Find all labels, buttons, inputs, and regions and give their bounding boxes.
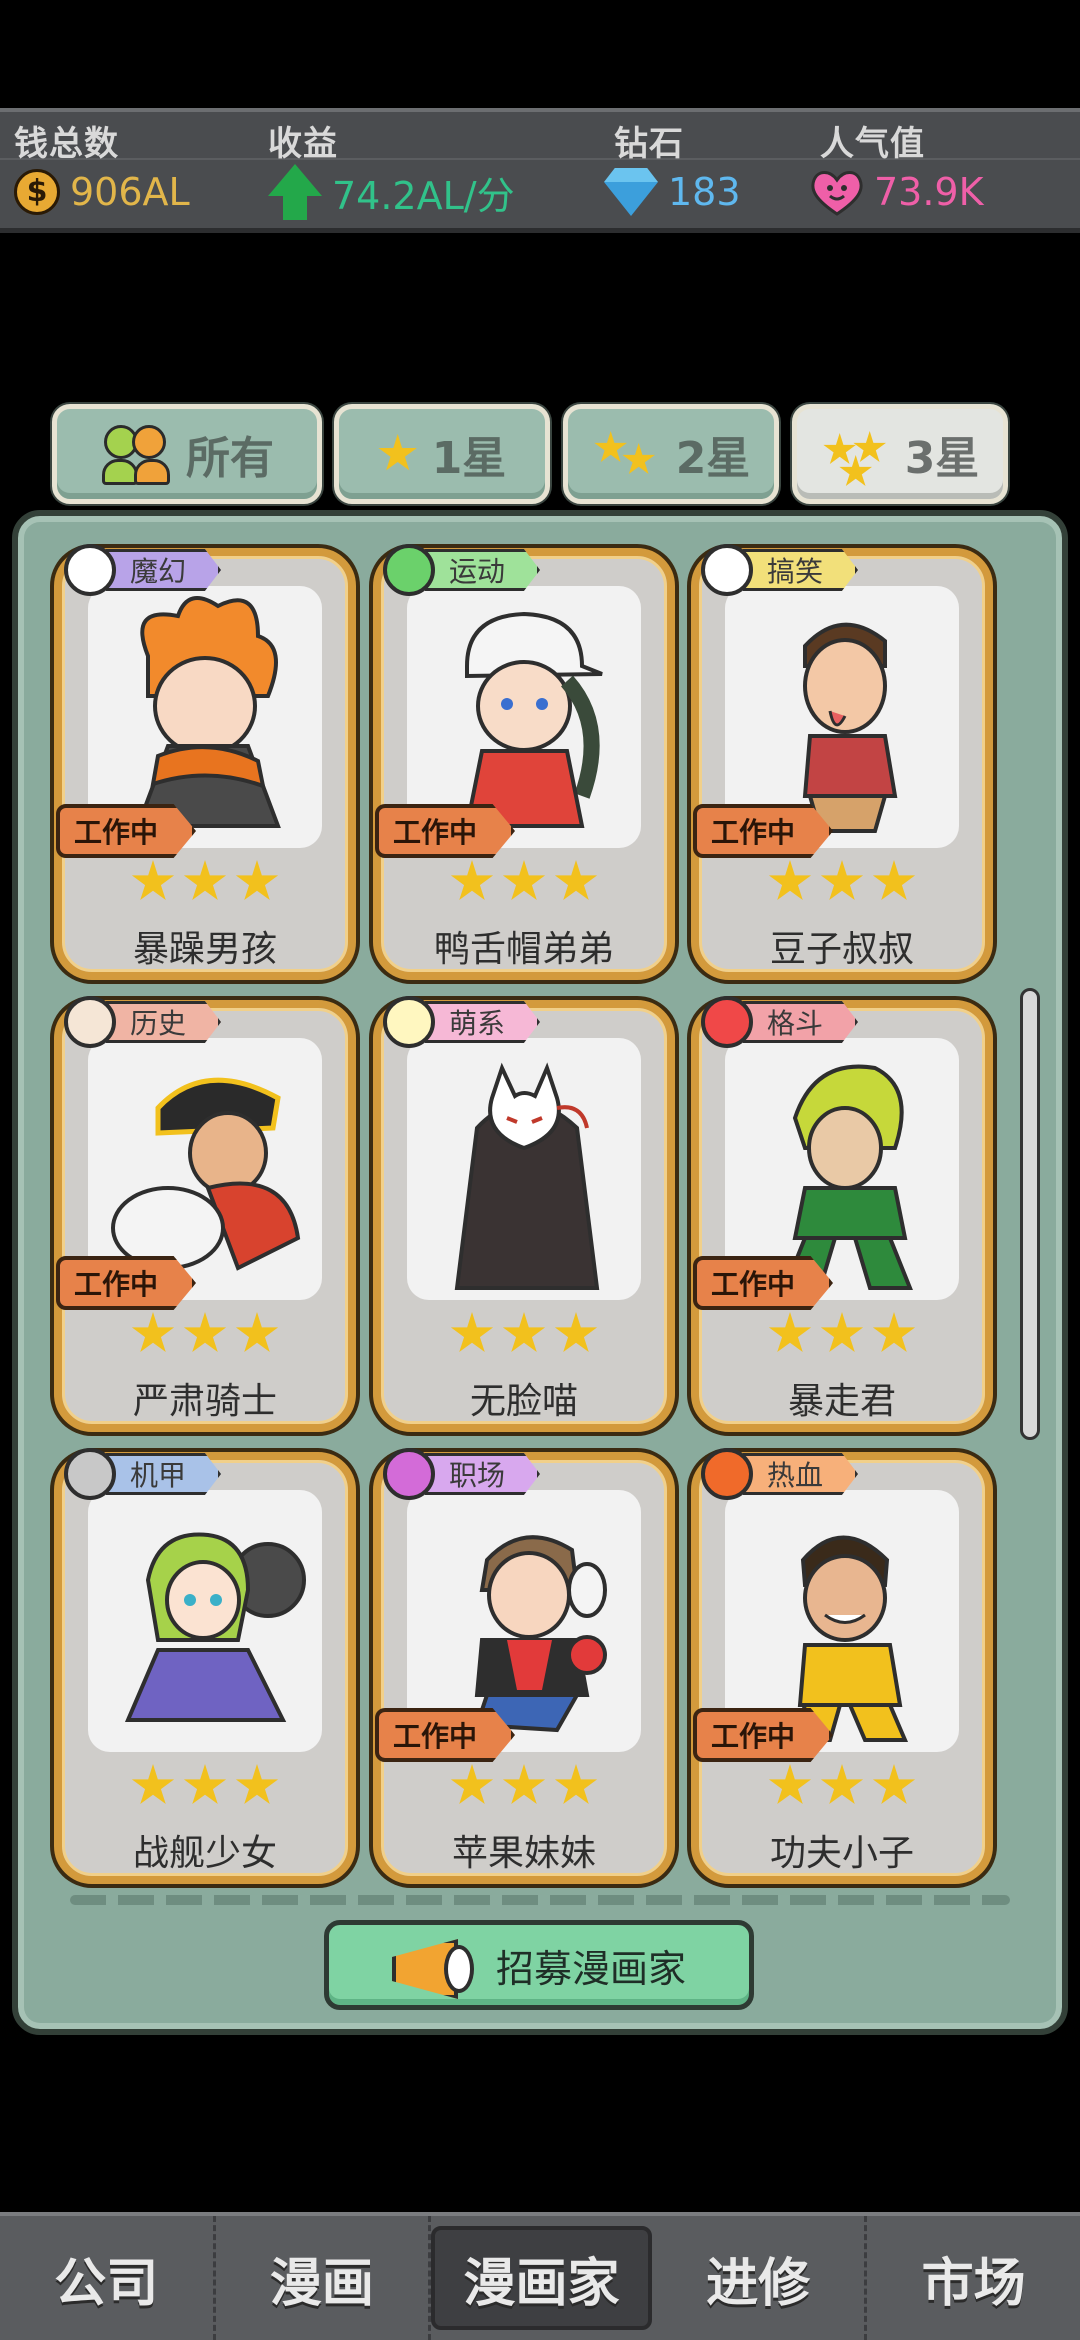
artist-name: 战舰少女 [132, 1833, 277, 1874]
genre-tag: 萌系 [383, 996, 541, 1048]
artist-name: 暴走君 [787, 1381, 896, 1422]
tab-all[interactable]: 所有 [52, 404, 322, 504]
genre-tag: 搞笑 [701, 544, 859, 596]
artist-card[interactable]: 职场 工作中 苹果妹妹 [373, 1448, 675, 1884]
scroll-icon [64, 996, 116, 1048]
artist-name: 苹果妹妹 [451, 1833, 596, 1874]
star-rating [62, 860, 348, 904]
bottom-nav: 公司 漫画 漫画家 进修 市场 [0, 2212, 1080, 2340]
genre-tag: 运动 [383, 544, 541, 596]
artist-name: 暴躁男孩 [132, 929, 277, 970]
star-rating [381, 1312, 667, 1356]
tab-2-star-label: 2星 [675, 433, 751, 484]
tab-3-star[interactable]: 3星 [792, 404, 1008, 504]
genre-label: 历史 [106, 1001, 222, 1043]
artist-card[interactable]: 热血 工作中 功夫小子 [691, 1448, 993, 1884]
people-icon [100, 419, 172, 489]
nav-comics[interactable]: 漫画 [216, 2216, 432, 2340]
star-rating [699, 860, 985, 904]
recruit-artist-button[interactable]: 招募漫画家 [324, 1920, 754, 2010]
coin-icon: $ [14, 169, 60, 215]
genre-label: 职场 [425, 1453, 541, 1495]
working-status-badge: 工作中 [693, 1256, 834, 1310]
diamond-icon [604, 168, 658, 216]
heart-icon [810, 168, 864, 216]
genre-label: 萌系 [425, 1001, 541, 1043]
flame-icon [701, 1448, 753, 1500]
artist-name: 豆子叔叔 [769, 929, 914, 970]
working-status-badge: 工作中 [693, 804, 834, 858]
star-rating [381, 860, 667, 904]
scrollbar[interactable] [1020, 988, 1040, 1440]
genre-tag: 历史 [64, 996, 222, 1048]
genre-label: 搞笑 [743, 549, 859, 591]
bolt-nut-icon [64, 1448, 116, 1500]
artist-name: 功夫小子 [769, 1833, 914, 1874]
star-rating [62, 1312, 348, 1356]
working-status-badge: 工作中 [56, 1256, 197, 1310]
genre-label: 魔幻 [106, 549, 222, 591]
genre-label: 运动 [425, 549, 541, 591]
artist-portrait [407, 1038, 641, 1300]
star-rating [699, 1764, 985, 1808]
star-icon [378, 434, 417, 471]
genre-tag: 魔幻 [64, 544, 222, 596]
megaphone-icon [392, 1933, 474, 1997]
star-rating [699, 1312, 985, 1356]
artist-card[interactable]: 萌系 无脸喵 [373, 996, 675, 1432]
working-status-badge: 工作中 [56, 804, 197, 858]
stat-diamond-value: 183 [668, 170, 741, 214]
briefcase-icon [383, 1448, 435, 1500]
genre-label: 机甲 [106, 1453, 222, 1495]
nav-market[interactable]: 市场 [867, 2216, 1080, 2340]
nav-company[interactable]: 公司 [0, 2216, 216, 2340]
artist-name: 鸭舌帽弟弟 [433, 929, 614, 970]
artist-card[interactable]: 格斗 工作中 暴走君 [691, 996, 993, 1432]
artist-name: 无脸喵 [469, 1381, 578, 1422]
tab-1-star-label: 1星 [431, 433, 507, 484]
tab-all-label: 所有 [186, 433, 274, 484]
tab-1-star[interactable]: 1星 [334, 404, 550, 504]
nav-training[interactable]: 进修 [652, 2216, 868, 2340]
working-status-badge: 工作中 [693, 1708, 834, 1762]
genre-tag: 热血 [701, 1448, 859, 1500]
working-status-badge: 工作中 [375, 804, 516, 858]
goggle-eyes-icon [701, 544, 753, 596]
arrow-up-icon [268, 164, 322, 220]
genre-tag: 职场 [383, 1448, 541, 1500]
cute-face-icon [383, 996, 435, 1048]
divider [70, 1895, 1010, 1905]
clock-icon [64, 544, 116, 596]
genre-label: 格斗 [743, 1001, 859, 1043]
running-icon [383, 544, 435, 596]
star-rating [62, 1764, 348, 1808]
stats-bar: 钱总数 $ 906AL 收益 74.2AL/分 钻石 183 人气值 73.9K [0, 108, 1080, 233]
artist-card[interactable]: 运动 工作中 鸭舌帽弟弟 [373, 544, 675, 980]
fist-icon [701, 996, 753, 1048]
nav-artists[interactable]: 漫画家 [431, 2226, 652, 2330]
genre-tag: 格斗 [701, 996, 859, 1048]
two-stars-icon [592, 419, 662, 489]
tab-3-star-label: 3星 [904, 433, 980, 484]
recruit-label: 招募漫画家 [495, 1946, 686, 1991]
star-rating [381, 1764, 667, 1808]
artist-card[interactable]: 魔幻 工作中 暴躁男孩 [54, 544, 356, 980]
artist-card[interactable]: 搞笑 工作中 豆子叔叔 [691, 544, 993, 980]
tab-2-star[interactable]: 2星 [563, 404, 779, 504]
genre-tag: 机甲 [64, 1448, 222, 1500]
stat-money-value: 906AL [70, 170, 190, 214]
working-status-badge: 工作中 [375, 1708, 516, 1762]
artist-portrait [88, 1490, 322, 1752]
artist-card[interactable]: 机甲 战舰少女 [54, 1448, 356, 1884]
artist-card[interactable]: 历史 工作中 严肃骑士 [54, 996, 356, 1432]
artist-name: 严肃骑士 [132, 1381, 277, 1422]
genre-label: 热血 [743, 1453, 859, 1495]
three-stars-icon [821, 419, 891, 489]
stat-popularity-value: 73.9K [874, 170, 984, 214]
stat-income-value: 74.2AL/分 [332, 173, 515, 218]
